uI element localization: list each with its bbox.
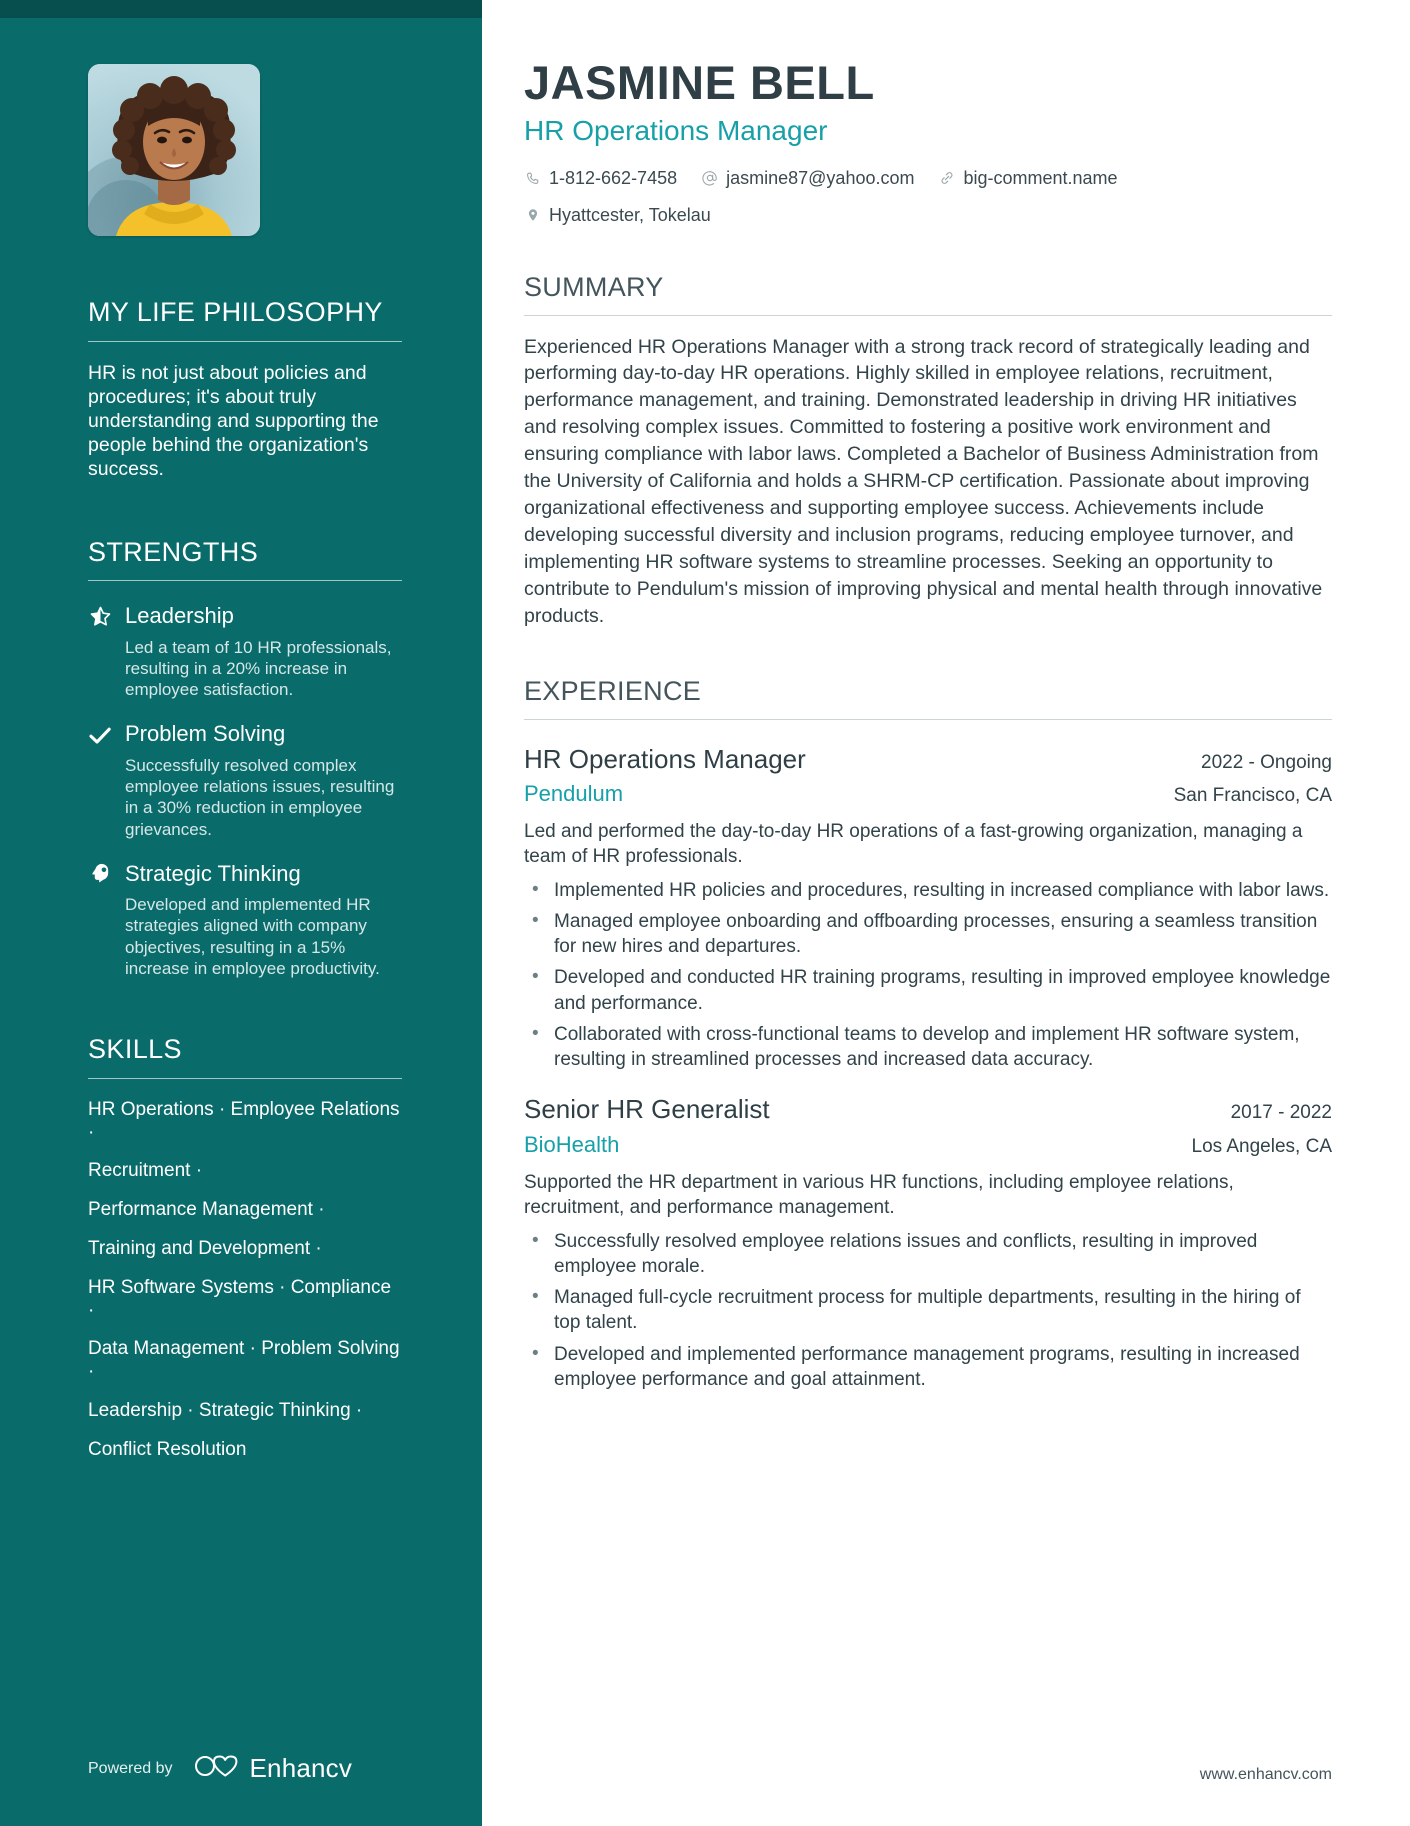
enhancv-logo: Enhancv xyxy=(193,1753,353,1784)
phone-icon xyxy=(524,170,541,187)
job-bullet: Successfully resolved employee relations… xyxy=(524,1228,1332,1280)
profile-photo-wrap xyxy=(88,64,402,236)
philosophy-heading: MY LIFE PHILOSOPHY xyxy=(88,297,402,342)
powered-by-footer: Powered by Enhancv xyxy=(0,1753,482,1784)
job-company: Pendulum xyxy=(524,780,624,806)
sidebar-accent-bar xyxy=(0,0,482,18)
job-role-subtitle: HR Operations Manager xyxy=(524,115,828,147)
avatar xyxy=(88,64,260,236)
contact-phone[interactable]: 1-812-662-7458 xyxy=(524,168,677,189)
strength-item: Leadership Led a team of 10 HR professio… xyxy=(88,603,402,700)
section-philosophy: MY LIFE PHILOSOPHY HR is not just about … xyxy=(88,297,402,482)
job-bullet: Managed employee onboarding and offboard… xyxy=(524,908,1332,960)
resume-page: MY LIFE PHILOSOPHY HR is not just about … xyxy=(0,0,1410,1826)
job-location: San Francisco, CA xyxy=(1173,784,1332,806)
job-bullet: Implemented HR policies and procedures, … xyxy=(524,877,1332,903)
sidebar: MY LIFE PHILOSOPHY HR is not just about … xyxy=(0,0,482,1826)
main-content: JASMINE BELL HR Operations Manager 1-812… xyxy=(482,0,1410,1826)
job-bullets: Successfully resolved employee relations… xyxy=(524,1228,1332,1393)
strength-item: Problem Solving Successfully resolved co… xyxy=(88,721,402,839)
skills-list: HR Operations · Employee Relations · Rec… xyxy=(88,1099,402,1462)
summary-text: Experienced HR Operations Manager with a… xyxy=(524,335,1323,627)
strength-item: Strategic Thinking Developed and impleme… xyxy=(88,861,402,979)
contact-phone-value: 1-812-662-7458 xyxy=(549,167,678,188)
skill-line: Performance Management · xyxy=(88,1199,325,1221)
powered-by-label: Powered by xyxy=(88,1759,173,1777)
contact-website-value: big-comment.name xyxy=(963,167,1118,188)
job-bullets: Implemented HR policies and procedures, … xyxy=(524,877,1332,1073)
experience-entry: HR Operations Manager 2022 - Ongoing Pen… xyxy=(524,744,1332,1073)
skill-line: Recruitment · xyxy=(88,1160,203,1182)
map-pin-icon xyxy=(524,207,541,224)
contact-email[interactable]: jasmine87@yahoo.com xyxy=(701,168,914,189)
job-title: HR Operations Manager xyxy=(524,743,806,774)
section-strengths: STRENGTHS Leadership Led a team of 10 HR… xyxy=(88,537,402,980)
enhancv-brand-name: Enhancv xyxy=(249,1753,353,1783)
contact-email-value: jasmine87@yahoo.com xyxy=(726,167,915,188)
section-summary: SUMMARY Experienced HR Operations Manage… xyxy=(524,272,1332,630)
job-summary: Led and performed the day-to-day HR oper… xyxy=(524,821,1303,868)
enhancv-logo-icon xyxy=(193,1753,239,1784)
experience-heading: EXPERIENCE xyxy=(524,676,1332,720)
skill-line: Conflict Resolution xyxy=(88,1438,247,1460)
contact-location-value: Hyattcester, Tokelau xyxy=(549,204,711,225)
job-company: BioHealth xyxy=(524,1131,620,1157)
job-summary: Supported the HR department in various H… xyxy=(524,1172,1234,1219)
page-title: JASMINE BELL xyxy=(524,56,875,109)
strengths-heading: STRENGTHS xyxy=(88,537,402,582)
strength-description: Successfully resolved complex employee r… xyxy=(125,755,395,839)
job-bullet: Managed full-cycle recruitment process f… xyxy=(524,1284,1332,1336)
job-bullet: Developed and conducted HR training prog… xyxy=(524,964,1332,1016)
at-icon xyxy=(701,170,718,187)
contact-location: Hyattcester, Tokelau xyxy=(524,205,711,226)
summary-heading: SUMMARY xyxy=(524,272,1332,316)
site-url[interactable]: www.enhancv.com xyxy=(1200,1766,1332,1784)
job-bullet: Collaborated with cross-functional teams… xyxy=(524,1021,1332,1073)
contact-website[interactable]: big-comment.name xyxy=(938,167,1118,189)
link-icon xyxy=(938,170,955,187)
job-title: Senior HR Generalist xyxy=(524,1094,770,1125)
section-skills: SKILLS HR Operations · Employee Relation… xyxy=(88,1034,402,1462)
job-date: 2022 - Ongoing xyxy=(1201,751,1332,773)
job-location: Los Angeles, CA xyxy=(1191,1135,1332,1157)
head-brain-icon xyxy=(88,862,112,886)
skill-line: HR Software Systems · Compliance · xyxy=(88,1276,392,1321)
contact-info: 1-812-662-7458 jasmine87@yahoo.com big-c… xyxy=(524,168,1184,226)
section-experience: EXPERIENCE HR Operations Manager 2022 - … xyxy=(524,676,1332,1393)
star-half-icon xyxy=(88,604,112,628)
check-icon xyxy=(88,723,112,747)
skill-line: Data Management · Problem Solving · xyxy=(88,1338,400,1383)
skill-line: Leadership · Strategic Thinking · xyxy=(88,1400,363,1422)
strength-description: Led a team of 10 HR professionals, resul… xyxy=(125,637,392,700)
skills-heading: SKILLS xyxy=(88,1034,402,1079)
strength-title: Strategic Thinking xyxy=(125,860,301,886)
experience-entry: Senior HR Generalist 2017 - 2022 BioHeal… xyxy=(524,1094,1332,1392)
job-date: 2017 - 2022 xyxy=(1230,1102,1332,1124)
philosophy-text: HR is not just about policies and proced… xyxy=(88,361,379,481)
strength-title: Problem Solving xyxy=(125,721,286,747)
strength-title: Leadership xyxy=(125,603,234,629)
skill-line: Training and Development · xyxy=(88,1238,322,1260)
job-bullet: Developed and implemented performance ma… xyxy=(524,1341,1332,1393)
skill-line: HR Operations · Employee Relations · xyxy=(88,1098,400,1143)
strength-description: Developed and implemented HR strategies … xyxy=(125,895,380,978)
